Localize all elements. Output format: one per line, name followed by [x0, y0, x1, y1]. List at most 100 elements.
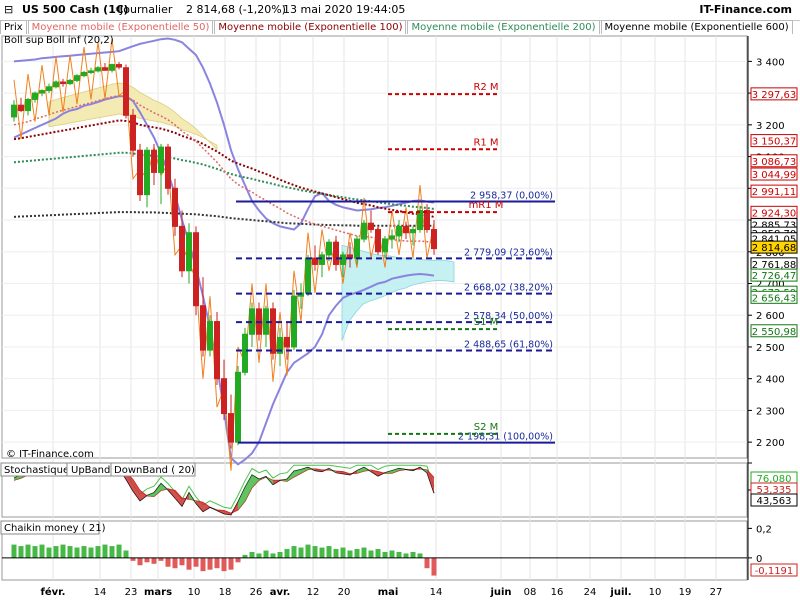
- chaikin-bar-positive: [60, 544, 66, 558]
- candle-up: [410, 229, 416, 234]
- pivot-label: S2 M: [474, 422, 499, 433]
- x-tick-label: 19: [679, 587, 692, 598]
- chaikin-bar-positive: [326, 546, 332, 558]
- chaikin-bar-negative: [137, 557, 143, 566]
- chaikin-bar-positive: [277, 551, 283, 558]
- candle-up: [46, 86, 52, 92]
- chaikin-bar-positive: [389, 550, 395, 558]
- candle-up: [340, 254, 346, 265]
- candle-up: [74, 75, 80, 81]
- pivot-label: mR1 M: [469, 200, 504, 211]
- chaikin-bar-positive: [123, 550, 129, 558]
- chaikin-bar-positive: [305, 544, 311, 558]
- candle-down: [333, 241, 339, 265]
- chaikin-bar-positive: [95, 546, 101, 558]
- candle-down: [193, 232, 199, 307]
- chaikin-bar-negative: [144, 557, 150, 563]
- chaikin-bar-positive: [263, 550, 269, 558]
- chaikin-bar-negative: [200, 557, 206, 572]
- x-tick-label: mai: [378, 587, 399, 598]
- chart-canvas: févr. 14 23 mars 10 18 26 avr. 12 20 mai 14 juin 08 16…: [0, 35, 798, 598]
- price-box-label: 2 726,47: [752, 271, 797, 282]
- downband-legend: DownBand ( 20): [114, 465, 195, 476]
- candle-up: [39, 90, 45, 94]
- candle-down: [102, 67, 108, 71]
- boll-inf-label: Boll inf (20,2): [46, 35, 114, 46]
- candle-down: [214, 321, 220, 380]
- chaikin-bar-positive: [312, 546, 318, 558]
- chaikin-bar-positive: [81, 546, 87, 558]
- chaikin-bar-positive: [368, 550, 374, 558]
- price-box-label: 3 150,37: [752, 137, 797, 148]
- candle-down: [375, 229, 381, 253]
- chaikin-bar-positive: [347, 550, 353, 558]
- candle-up: [186, 232, 192, 272]
- candle-down: [116, 64, 122, 68]
- x-tick-label: 24: [584, 587, 597, 598]
- chaikin-bar-positive: [361, 547, 367, 558]
- x-tick-label: 18: [219, 587, 232, 598]
- x-tick-label: juin: [489, 587, 511, 598]
- chaikin-bar-positive: [46, 547, 52, 558]
- chaikin-bar-positive: [67, 546, 73, 558]
- price-box-label: 2 656,43: [752, 293, 797, 304]
- candle-down: [60, 81, 66, 85]
- chaikin-bar-positive: [298, 547, 304, 558]
- x-tick-label: 23: [125, 587, 138, 598]
- chaikin-bar-positive: [74, 547, 80, 558]
- chaikin-bar-positive: [284, 549, 290, 558]
- candle-down: [165, 146, 171, 189]
- candle-up: [88, 70, 94, 73]
- chaikin-bar-negative: [186, 557, 192, 570]
- candle-down: [18, 104, 24, 112]
- chaikin-bar-positive: [382, 551, 388, 558]
- chaikin-bar-positive: [102, 544, 108, 558]
- x-tick-label: 16: [551, 587, 564, 598]
- chaikin-bar-positive: [32, 546, 38, 558]
- chaikin-bar-positive: [333, 549, 339, 558]
- candle-up: [53, 81, 59, 88]
- chaikin-bar-positive: [116, 544, 122, 558]
- x-tick-label: juil.: [609, 587, 631, 598]
- chaikin-bar-positive: [249, 551, 255, 558]
- candle-down: [368, 222, 374, 231]
- fibonacci-label: 2 779,09 (23,60%): [464, 247, 553, 258]
- candle-down: [137, 149, 143, 196]
- candle-down: [172, 187, 178, 227]
- x-tick-label: mars: [144, 587, 172, 598]
- stochastic-value-label: 43,563: [757, 496, 792, 507]
- candle-up: [305, 257, 311, 294]
- price-box-label: 3 044,99: [752, 170, 797, 181]
- candle-up: [242, 333, 248, 373]
- chaikin-bar-negative: [431, 557, 437, 576]
- price-box-label: 2 814,68: [752, 243, 797, 254]
- fibonacci-label: 2 488,65 (61,80%): [464, 340, 553, 351]
- pivot-label: S1 M: [474, 317, 499, 328]
- candle-up: [291, 295, 297, 348]
- candle-up: [382, 238, 388, 253]
- price-box-label: 2 550,98: [752, 327, 797, 338]
- price-box-label: 2 991,11: [752, 187, 797, 198]
- y-tick-label: 2 200: [756, 438, 785, 449]
- chaikin-tick-label: 0,2: [756, 524, 772, 535]
- candle-up: [361, 222, 367, 240]
- chaikin-bar-positive: [375, 549, 381, 558]
- y-tick-label: 3 400: [756, 57, 785, 68]
- stochastic-title: Stochastique: [4, 465, 69, 476]
- watermark-text: © IT-Finance.com: [6, 449, 94, 460]
- chaikin-bar-positive: [396, 551, 402, 558]
- chaikin-bar-negative: [221, 557, 227, 572]
- candle-up: [207, 321, 213, 351]
- candle-down: [403, 225, 409, 234]
- candle-up: [11, 104, 17, 118]
- candle-down: [123, 67, 129, 116]
- chaikin-bar-positive: [256, 553, 262, 558]
- candle-up: [396, 225, 402, 237]
- upband-legend: UpBand: [71, 465, 110, 476]
- x-tick-label: 08: [524, 587, 537, 598]
- candle-up: [389, 235, 395, 240]
- pivot-label: R1 M: [473, 137, 498, 148]
- candle-down: [431, 229, 437, 250]
- chaikin-bar-negative: [214, 557, 220, 569]
- candle-up: [319, 254, 325, 265]
